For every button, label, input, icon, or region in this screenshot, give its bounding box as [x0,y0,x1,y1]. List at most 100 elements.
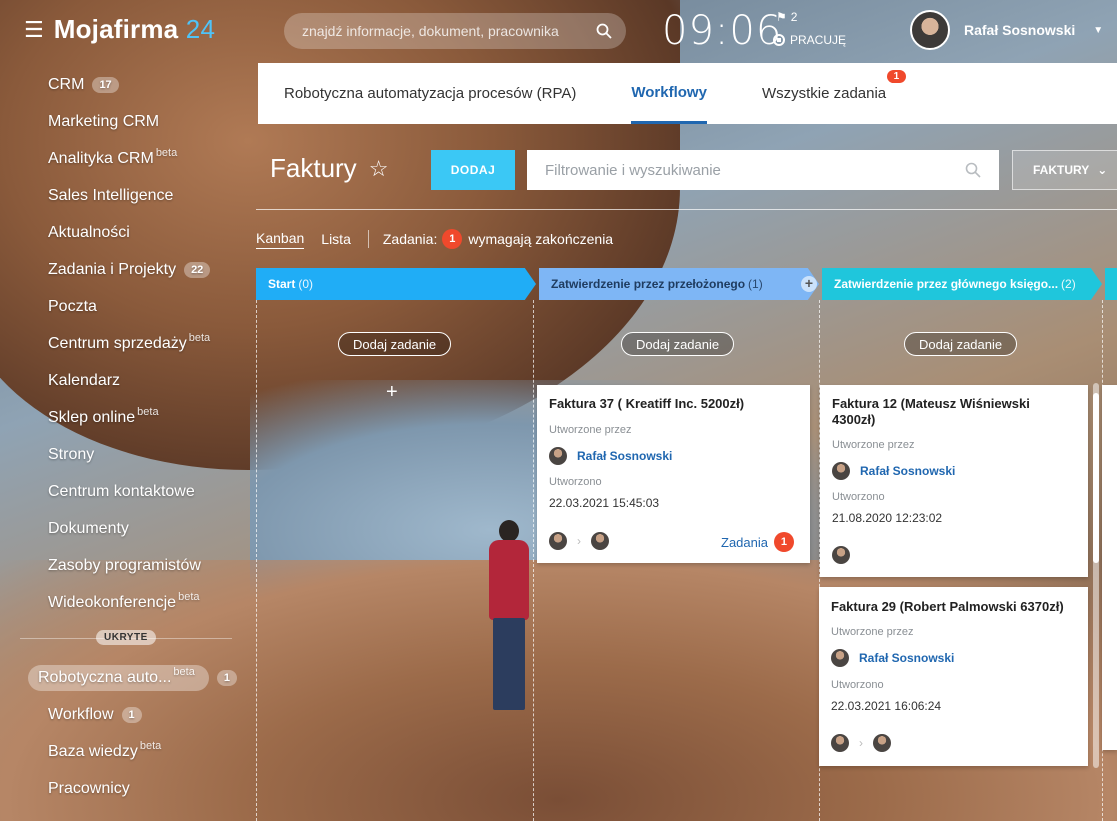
counter-badge: 1 [216,669,237,686]
kanban-card[interactable]: Faktura 29 (Robert Palmowski 6370zł) Utw… [819,587,1088,766]
work-status[interactable]: PRACUJĘ [773,33,846,47]
card-title[interactable]: Faktura 12 (Mateusz Wiśniewski 4300zł) [832,396,1072,428]
card-tasks-link[interactable]: Zadania 1 [721,532,794,552]
created-label: Utworzono [832,491,885,503]
avatar [831,649,849,667]
column-header-next[interactable] [1105,268,1117,300]
card-title[interactable]: Faktura 37 ( Kreatiff Inc. 5200zł) [549,396,744,411]
tab-badge: 1 [886,70,907,83]
hidden-section-divider[interactable]: UKRYTE [20,629,232,647]
sidebar-item-kalendarz[interactable]: Kalendarz [0,362,250,399]
menu-burger-icon[interactable]: ☰ [24,18,44,41]
card-title[interactable]: Faktura 29 (Robert Palmowski 6370zł) [831,599,1064,614]
clock-time[interactable]: 09:06 [662,8,782,54]
page-title: Faktury ☆ [270,153,389,183]
chevron-right-icon: › [859,736,863,750]
sidebar-item-baza-wiedzy[interactable]: Baza wiedzy beta [0,733,250,770]
card-user[interactable]: Rafał Sosnowski [832,462,955,480]
stop-icon [773,34,785,46]
sidebar-item-analityka-crm[interactable]: Analityka CRM beta [0,140,250,177]
add-task-button[interactable]: Dodaj zadanie [621,332,735,356]
sidebar-item-zasoby-programistow[interactable]: Zasoby programistów [0,547,250,584]
avatar[interactable] [832,546,850,564]
sidebar-item-rpa[interactable]: Robotyczna auto... beta 1 [0,659,250,696]
created-label: Utworzono [831,679,884,691]
card-date: 22.03.2021 16:06:24 [831,699,942,713]
sidebar-item-centrum-sprzedazy[interactable]: Centrum sprzedaży beta [0,325,250,362]
sidebar-item-centrum-kontaktowe[interactable]: Centrum kontaktowe [0,473,250,510]
hidden-section-label[interactable]: UKRYTE [96,630,156,645]
card-user[interactable]: Rafał Sosnowski [549,447,672,465]
add-button[interactable]: DODAJ [431,150,515,190]
sidebar-item-workflow[interactable]: Workflow 1 [0,696,250,733]
flag-icon: ⚑ [776,10,787,24]
kanban-card-partial[interactable] [1102,385,1117,750]
faktury-dropdown[interactable]: FAKTURY ⌄ [1012,150,1117,190]
global-search [284,13,626,49]
created-by-label: Utworzone przez [832,439,915,451]
card-participants: › [831,734,891,752]
search-icon[interactable] [596,23,612,39]
tasks-count-badge[interactable]: 1 [442,229,463,249]
sidebar-item-zadania[interactable]: Zadania i Projekty 22 [0,251,250,288]
column-divider [256,300,257,821]
user-menu[interactable]: Rafał Sosnowski ▼ [910,10,1103,50]
filter-input[interactable] [545,161,965,179]
app-logo[interactable]: Mojafirma 24 [54,14,215,45]
sidebar-item-marketing-crm[interactable]: Marketing CRM [0,103,250,140]
tasks-badge: 1 [773,532,794,552]
sidebar-item-aktualnosci[interactable]: Aktualności [0,214,250,251]
column-scrollbar[interactable] [1093,383,1099,768]
sidebar-item-pracownicy[interactable]: Pracownicy [0,770,250,807]
tab-wszystkie-zadania[interactable]: Wszystkie zadania 1 [762,63,907,124]
sidebar-item-dokumenty[interactable]: Dokumenty [0,510,250,547]
avatar [910,10,950,50]
sidebar-item-sklep-online[interactable]: Sklep online beta [0,399,250,436]
sidebar-item-sales-intelligence[interactable]: Sales Intelligence [0,177,250,214]
logo-row: ☰ Mojafirma 24 [24,14,215,45]
sidebar-item-crm[interactable]: CRM 17 [0,66,250,103]
flag-counter[interactable]: ⚑ 2 [776,10,797,24]
add-task-button[interactable]: Dodaj zadanie [904,332,1018,356]
user-name: Rafał Sosnowski [964,22,1076,38]
sidebar-item-strony[interactable]: Strony [0,436,250,473]
sidebar-item-poczta[interactable]: Poczta [0,288,250,325]
avatar[interactable] [831,734,849,752]
avatar [832,462,850,480]
sidebar-item-wideokonferencje[interactable]: Wideokonferencje beta [0,584,250,621]
add-task-button[interactable]: Dodaj zadanie [338,332,452,356]
counter-badge: 22 [184,261,211,278]
plus-icon[interactable]: + [386,381,398,404]
view-lista[interactable]: Lista [321,231,351,247]
search-icon[interactable] [965,162,981,178]
column-header-przelozony[interactable]: Zatwierdzenie przez przełożonego (1) [539,268,819,300]
card-participants: › [549,532,609,550]
kanban-card[interactable]: Faktura 12 (Mateusz Wiśniewski 4300zł) U… [820,385,1088,577]
view-switcher: Kanban Lista Zadania: 1 wymagają zakończ… [256,229,613,249]
card-user[interactable]: Rafał Sosnowski [831,649,954,667]
view-kanban[interactable]: Kanban [256,230,305,249]
tab-workflowy[interactable]: Workflowy [631,63,707,124]
column-header-ksiegowy[interactable]: Zatwierdzenie przez głównego księgo... (2… [822,268,1102,300]
avatar[interactable] [549,532,567,550]
chevron-down-icon: ▼ [1093,24,1104,36]
global-search-input[interactable] [302,23,596,39]
divider [256,209,1117,210]
sidebar-menu: CRM 17 Marketing CRM Analityka CRM beta Sa… [0,66,250,807]
tab-rpa[interactable]: Robotyczna automatyzacja procesów (RPA) [284,63,576,124]
avatar[interactable] [591,532,609,550]
card-participants [832,546,850,564]
created-label: Utworzono [549,476,602,488]
kanban-card[interactable]: Faktura 37 ( Kreatiff Inc. 5200zł) Utwor… [537,385,810,563]
card-date: 21.08.2020 12:23:02 [832,511,943,525]
scrollbar-thumb[interactable] [1093,393,1099,563]
tasks-text[interactable]: wymagają zakończenia [468,231,613,247]
add-column-icon[interactable]: + [801,276,817,292]
star-icon[interactable]: ☆ [369,156,389,182]
filter-box [527,150,999,190]
column-header-start[interactable]: Start (0) [256,268,536,300]
created-by-label: Utworzone przez [549,424,632,436]
column-divider [533,300,534,821]
chevron-down-icon: ⌄ [1097,163,1108,177]
avatar[interactable] [873,734,891,752]
